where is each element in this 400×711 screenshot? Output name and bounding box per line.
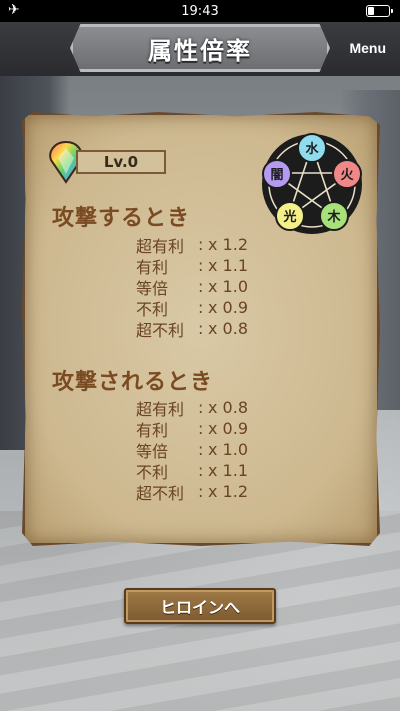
level-label: Lv.0 (103, 153, 139, 171)
airplane-mode-icon: ✈ (8, 2, 20, 18)
element-light: 光 (275, 201, 305, 231)
rate-value: x 1.1 (208, 461, 248, 480)
rate-separator: : (198, 461, 204, 480)
rate-row: 有利 : x 0.9 (136, 418, 296, 440)
rate-separator: : (198, 235, 204, 254)
element-fire-label: 火 (340, 168, 354, 183)
rate-value: x 0.9 (208, 298, 248, 317)
rate-separator: : (198, 298, 204, 317)
attacking-heading: 攻撃するとき (52, 206, 191, 231)
rate-row: 超不利 : x 0.8 (136, 318, 296, 340)
rate-value: x 0.8 (208, 319, 248, 338)
rate-value: x 1.0 (208, 440, 248, 459)
battery-icon (366, 5, 393, 17)
element-wood: 木 (319, 201, 349, 231)
rate-separator: : (198, 277, 204, 296)
menu-button[interactable]: Menu (349, 40, 386, 56)
element-wheel: 水 火 木 光 闇 (262, 133, 362, 234)
rate-separator: : (198, 419, 204, 438)
rate-label: 超不利 (136, 320, 185, 340)
element-dark: 闇 (262, 159, 292, 189)
rate-label: 超不利 (136, 483, 185, 503)
attacking-rate-list: 超有利 : x 1.2 有利 : x 1.1 等倍 : x 1.0 不利 : x… (136, 234, 296, 340)
rate-value: x 1.2 (208, 235, 248, 254)
rate-row: 超不利 : x 1.2 (136, 481, 296, 503)
defending-rate-list: 超有利 : x 0.8 有利 : x 0.9 等倍 : x 1.0 不利 : x… (136, 397, 296, 503)
rate-row: 不利 : x 1.1 (136, 460, 296, 482)
element-water: 水 (297, 133, 327, 163)
rate-value: x 1.2 (208, 482, 248, 501)
rate-row: 等倍 : x 1.0 (136, 439, 296, 461)
rate-separator: : (198, 319, 204, 338)
title-plate: 属性倍率 (70, 24, 330, 72)
page-title: 属性倍率 (148, 36, 252, 65)
rate-value: x 0.8 (208, 398, 248, 417)
element-light-label: 光 (282, 209, 296, 225)
element-fire: 火 (332, 159, 362, 189)
element-dark-label: 闇 (270, 168, 283, 183)
rate-value: x 1.0 (208, 277, 248, 296)
rate-separator: : (198, 482, 204, 501)
rate-value: x 0.9 (208, 419, 248, 438)
level-badge: Lv.0 (76, 150, 166, 174)
status-time: 19:43 (181, 3, 219, 19)
status-bar: ✈ 19:43 (0, 0, 400, 22)
rate-row: 超有利 : x 0.8 (136, 397, 296, 419)
rate-value: x 1.1 (208, 256, 248, 275)
rate-row: 等倍 : x 1.0 (136, 276, 296, 298)
to-heroine-button[interactable]: ヒロインへ (124, 588, 276, 624)
rate-row: 不利 : x 0.9 (136, 297, 296, 319)
defending-heading: 攻撃されるとき (52, 370, 214, 395)
rate-separator: : (198, 398, 204, 417)
rate-row: 有利 : x 1.1 (136, 255, 296, 277)
element-wood-label: 木 (326, 209, 341, 225)
rate-separator: : (198, 440, 204, 459)
element-water-label: 水 (305, 141, 319, 157)
rate-row: 超有利 : x 1.2 (136, 234, 296, 256)
rate-separator: : (198, 256, 204, 275)
